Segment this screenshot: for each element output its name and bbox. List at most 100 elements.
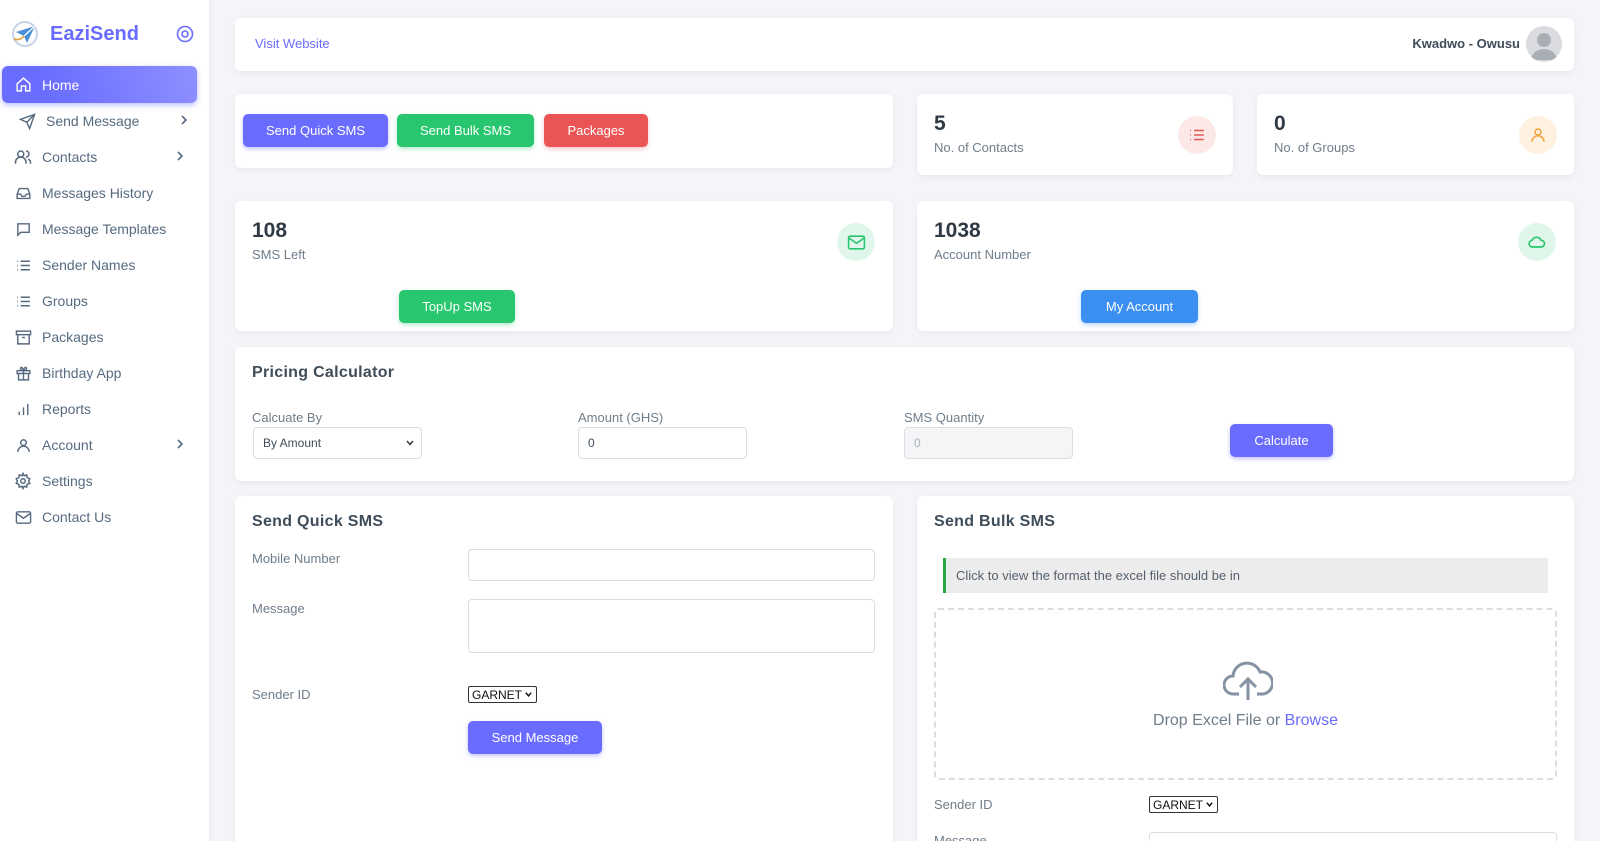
sidebar-item-account[interactable]: Account [0,427,209,463]
bulk-sender-id-value: GARNET [1153,797,1204,812]
send-quick-sms-card: Send Quick SMS Mobile Number Message Sen… [235,496,893,841]
groups-label: No. of Groups [1274,140,1355,155]
message-textarea[interactable] [468,599,875,653]
calculate-by-value: By Amount [263,436,322,450]
bulk-sender-id-select[interactable]: GARNET [1149,796,1219,813]
sidebar-item-label: Send Message [46,113,140,129]
sidebar-item-sender-names[interactable]: Sender Names [0,247,209,283]
chevron-right-icon [177,439,184,449]
calculate-by-select[interactable]: By Amount [253,427,422,459]
users-icon [14,148,32,166]
gift-icon [14,364,32,382]
sidebar-item-groups[interactable]: Groups [0,283,209,319]
sidebar: EaziSend Home Send Message Contacts Mess… [0,0,209,841]
contacts-count: 5 [934,112,946,135]
list-icon [1178,116,1216,154]
mobile-number-label: Mobile Number [252,551,341,566]
mail-icon [837,223,875,261]
sender-id-value: GARNET [472,687,523,702]
brand[interactable]: EaziSend [10,18,200,50]
sidebar-item-birthday-app[interactable]: Birthday App [0,355,209,391]
groups-count: 0 [1274,112,1286,135]
sender-id-select[interactable]: GARNET [468,686,538,703]
mobile-number-input[interactable] [468,549,875,581]
contacts-label: No. of Contacts [934,140,1024,155]
visit-website-link[interactable]: Visit Website [255,36,330,51]
bulk-message-textarea[interactable] [1149,832,1557,841]
message-label: Message [252,601,305,616]
dropzone-text: Drop Excel File or Browse [936,712,1555,730]
send-quick-sms-button[interactable]: Send Quick SMS [243,114,388,147]
list-icon [14,256,32,274]
calculate-button[interactable]: Calculate [1230,424,1333,457]
bulk-sender-id-label: Sender ID [934,797,993,812]
packages-button[interactable]: Packages [544,114,648,147]
home-icon [14,76,32,94]
amount-value: 0 [588,436,595,450]
send-bulk-sms-button[interactable]: Send Bulk SMS [397,114,534,147]
my-account-button[interactable]: My Account [1081,290,1198,323]
drop-text: Drop Excel File or [1153,712,1285,729]
chevron-right-icon [177,151,184,161]
sidebar-item-label: Contacts [42,149,98,165]
amount-label: Amount (GHS) [578,410,664,425]
sidebar-item-reports[interactable]: Reports [0,391,209,427]
avatar[interactable] [1526,26,1562,62]
sms-left-card: 108 SMS Left TopUp SMS [235,201,893,331]
sidebar-item-label: Messages History [42,185,154,201]
topup-sms-button[interactable]: TopUp SMS [399,290,515,323]
send-bulk-sms-card: Send Bulk SMS Click to view the format t… [917,496,1574,841]
sms-left-count: 108 [252,219,288,242]
pricing-calculator-title: Pricing Calculator [252,364,395,381]
browse-link[interactable]: Browse [1285,712,1338,729]
cloud-upload-icon [1223,661,1273,700]
sidebar-item-label: Groups [42,293,88,309]
chevron-down-icon [406,440,414,446]
sidebar-item-message-templates[interactable]: Message Templates [0,211,209,247]
chevron-right-icon [181,115,188,125]
sidebar-item-label: Sender Names [42,257,136,273]
sender-id-label: Sender ID [252,687,311,702]
gear-icon [14,472,32,490]
user-name[interactable]: Kwadwo - Owusu [1412,36,1520,51]
sms-left-label: SMS Left [252,247,306,262]
user-icon [1519,116,1557,154]
inbox-icon [14,184,32,202]
list-icon [14,292,32,310]
groups-stat-card: 0 No. of Groups [1257,94,1574,175]
send-bulk-sms-title: Send Bulk SMS [934,513,1056,530]
account-number: 1038 [934,219,981,242]
send-quick-sms-title: Send Quick SMS [252,513,384,530]
mail-icon [14,508,32,526]
send-message-button[interactable]: Send Message [468,721,602,754]
sidebar-item-packages[interactable]: Packages [0,319,209,355]
sidebar-toggle-icon[interactable] [176,25,194,43]
sidebar-menu: Home Send Message Contacts Messages Hist… [0,66,209,535]
sidebar-item-label: Reports [42,401,92,417]
archive-icon [14,328,32,346]
sidebar-item-home[interactable]: Home [2,66,197,103]
bulk-message-label: Message [934,833,987,841]
sidebar-item-label: Contact Us [42,509,112,525]
sidebar-item-label: Birthday App [42,365,122,381]
amount-input[interactable]: 0 [578,427,747,459]
brand-name: EaziSend [50,22,139,45]
sidebar-item-label: Settings [42,473,93,489]
cloud-icon [1518,223,1556,261]
sidebar-item-messages-history[interactable]: Messages History [0,175,209,211]
sidebar-item-contacts[interactable]: Contacts [0,139,209,175]
send-icon [18,112,36,130]
contacts-stat-card: 5 No. of Contacts [917,94,1233,175]
sidebar-item-label: Message Templates [42,221,167,237]
sidebar-item-contact-us[interactable]: Contact Us [0,499,209,535]
sidebar-item-label: Account [42,437,93,453]
chevron-down-icon [525,692,532,697]
sidebar-item-settings[interactable]: Settings [0,463,209,499]
sms-quantity-input[interactable]: 0 [904,427,1073,459]
sidebar-item-send-message[interactable]: Send Message [0,103,209,139]
excel-format-note[interactable]: Click to view the format the excel file … [943,558,1548,593]
excel-dropzone[interactable]: Drop Excel File or Browse [934,608,1557,780]
bar-chart-icon [14,400,32,418]
top-navbar: Visit Website Kwadwo - Owusu [235,18,1574,71]
pricing-calculator-card: Pricing Calculator Calcuate By By Amount… [235,347,1574,481]
